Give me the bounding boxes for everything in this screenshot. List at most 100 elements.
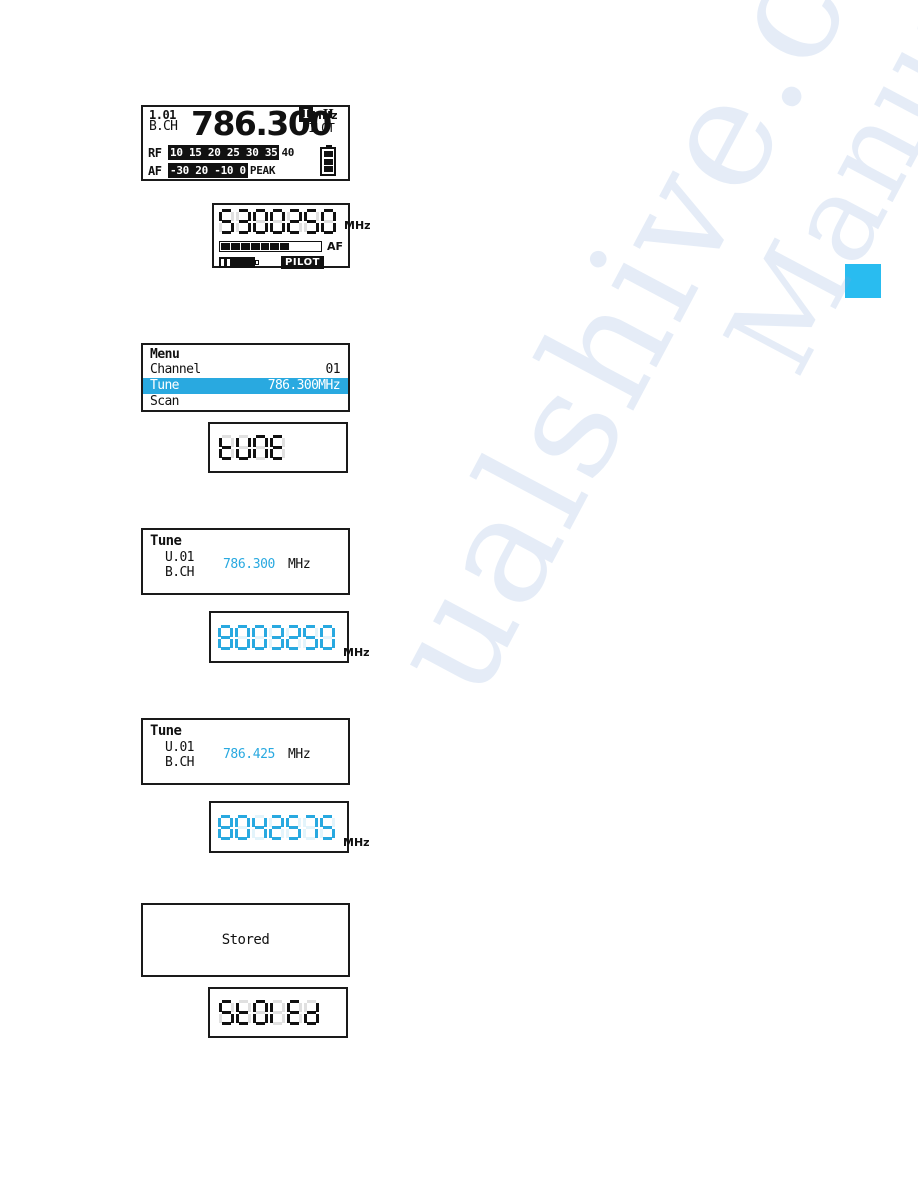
segment-frequency-digits xyxy=(218,624,337,650)
tune-title: Tune xyxy=(150,533,182,549)
battery-segment xyxy=(227,259,230,266)
af-meter-label: AF xyxy=(148,163,162,178)
segment-frequency-row: MHz xyxy=(219,209,371,234)
segment-stored-word xyxy=(219,1000,321,1025)
segment-status-display: MHz AF PILOT xyxy=(212,203,371,269)
segment-bottom-row: PILOT xyxy=(219,256,343,269)
segment-character xyxy=(304,209,319,234)
segment-character xyxy=(252,814,267,840)
watermark-text-primary: ualshive.com xyxy=(355,0,918,722)
segment-character xyxy=(269,624,284,650)
rf-meter-bar: 10 15 20 25 30 35 xyxy=(168,145,280,160)
menu-item-label: Scan xyxy=(150,394,180,409)
battery-icon xyxy=(320,145,336,176)
tune-body: U.01 B.CH 786.425 MHz xyxy=(143,740,348,770)
main-display-top-row: 1.01 B.CH 786.300 MHz I II PILOT xyxy=(143,104,348,144)
segment-battery-icon xyxy=(219,257,259,268)
segment-frequency-display-adjusted: MHz xyxy=(209,801,370,853)
page-watermark: ualshive.com Manuals xyxy=(0,0,918,1188)
segment-character xyxy=(235,624,250,650)
signal-meters: RF 10 15 20 25 30 35 40 AF -30 20 -10 0 … xyxy=(148,144,308,180)
menu-item-scan[interactable]: Scan xyxy=(143,394,348,410)
af-meter-row: AF -30 20 -10 0 PEAK xyxy=(148,162,308,179)
af-bar-segment xyxy=(270,243,280,250)
af-meter-bar: -30 20 -10 0 xyxy=(168,163,248,178)
menu-item-label: Channel xyxy=(150,362,201,377)
channel-label: B.CH xyxy=(149,119,178,134)
menu-display: Menu Channel 01 Tune 786.300MHz Scan xyxy=(141,343,350,412)
segment-character xyxy=(303,814,318,840)
tune-frequency-unit: MHz xyxy=(288,747,311,762)
tune-frequency-value: 786.300 xyxy=(223,557,275,572)
watermark-text-secondary: Manuals xyxy=(700,0,918,396)
segment-frequency-unit: MHz xyxy=(343,646,370,659)
rf-meter-row: RF 10 15 20 25 30 35 40 xyxy=(148,144,308,161)
af-bar-segment xyxy=(280,243,290,250)
segment-stored-word-display xyxy=(208,987,348,1038)
segment-frequency-display-initial: MHz xyxy=(209,611,370,663)
tune-frequency-value: 786.425 xyxy=(223,747,275,762)
af-bar-segment xyxy=(250,243,260,250)
menu-item-label: Tune xyxy=(150,378,180,393)
antenna-b-indicator: II xyxy=(322,107,334,121)
segment-character xyxy=(270,209,285,234)
segment-character xyxy=(252,624,267,650)
segment-character xyxy=(286,624,301,650)
tune-frequency-unit: MHz xyxy=(288,557,311,572)
segment-frequency-unit: MHz xyxy=(344,219,371,232)
menu-item-channel[interactable]: Channel 01 xyxy=(143,362,348,378)
af-bar-segment xyxy=(260,243,270,250)
stored-message: Stored xyxy=(221,932,270,948)
segment-character xyxy=(304,1000,319,1025)
segment-character xyxy=(270,1000,285,1025)
af-bar-segment xyxy=(290,243,300,250)
tune-display-adjusted: Tune U.01 B.CH 786.425 MHz xyxy=(141,718,350,785)
battery-segment xyxy=(323,158,333,165)
menu-item-tune[interactable]: Tune 786.300MHz xyxy=(143,378,348,394)
segment-af-meter-row: AF xyxy=(219,240,343,253)
rf-meter-label: RF xyxy=(148,145,162,160)
segment-frequency-unit: MHz xyxy=(343,836,370,849)
af-bar-segment xyxy=(221,243,230,250)
channel-indicator: 1.01 B.CH xyxy=(149,109,178,134)
segment-character xyxy=(253,1000,268,1025)
battery-segment xyxy=(221,259,224,266)
af-bar-segment xyxy=(300,243,310,250)
af-bar-segment xyxy=(310,243,319,250)
segment-character xyxy=(303,624,318,650)
segment-frequency-digits xyxy=(219,209,338,234)
tune-display-initial: Tune U.01 B.CH 786.300 MHz xyxy=(141,528,350,595)
antenna-row: I II xyxy=(292,106,344,122)
segment-character xyxy=(236,435,251,460)
segment-character xyxy=(286,814,301,840)
segment-character xyxy=(287,209,302,234)
stored-confirmation-display: Stored xyxy=(141,903,350,977)
af-meter-peak-label: PEAK xyxy=(249,164,276,177)
menu-item-value: 786.300MHz xyxy=(267,378,341,393)
segment-character xyxy=(235,814,250,840)
segment-character xyxy=(236,209,251,234)
segment-character xyxy=(218,814,233,840)
segment-character xyxy=(320,624,335,650)
tune-title: Tune xyxy=(150,723,182,739)
menu-title: Menu xyxy=(150,347,180,362)
segment-character xyxy=(218,624,233,650)
segment-character xyxy=(219,435,234,460)
segment-character xyxy=(253,209,268,234)
tune-body: U.01 B.CH 786.300 MHz xyxy=(143,550,348,580)
battery-segment xyxy=(323,165,333,172)
segment-character xyxy=(219,1000,234,1025)
segment-character xyxy=(219,209,234,234)
segment-character xyxy=(321,209,336,234)
battery-segment xyxy=(323,151,333,158)
page-tab-marker xyxy=(845,264,881,298)
main-status-display: 1.01 B.CH 786.300 MHz I II PILOT RF 10 15… xyxy=(141,104,350,181)
segment-character xyxy=(236,1000,251,1025)
segment-frequency-digits xyxy=(218,814,337,840)
antenna-a-indicator: I xyxy=(299,106,313,122)
segment-pilot-badge: PILOT xyxy=(281,256,324,269)
segment-tune-word-display xyxy=(208,422,348,473)
af-bar-segment xyxy=(240,243,250,250)
segment-af-bar xyxy=(219,241,322,252)
segment-character xyxy=(270,435,285,460)
